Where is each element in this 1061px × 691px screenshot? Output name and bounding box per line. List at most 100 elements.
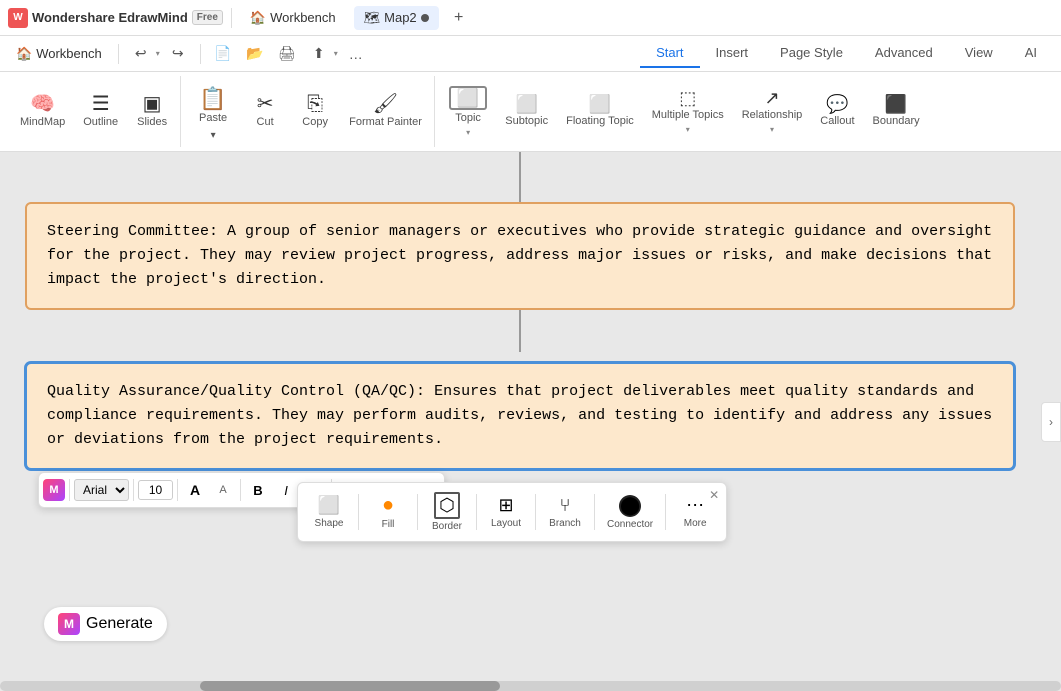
tab-start[interactable]: Start — [640, 39, 699, 68]
decrease-font-button[interactable]: A — [210, 477, 236, 503]
slides-icon: ▣ — [143, 94, 162, 114]
paste-button[interactable]: 📋 Paste — [187, 82, 239, 130]
tab-view[interactable]: View — [949, 39, 1009, 68]
tab-divider — [231, 8, 232, 28]
multiple-topics-icon: ⬚ — [679, 89, 696, 107]
st-divider-3 — [476, 494, 477, 530]
outline-label: Outline — [83, 116, 118, 129]
ai-generate-button[interactable]: M Generate — [44, 607, 167, 641]
branch-button[interactable]: ⑂ Branch — [542, 487, 588, 537]
scrollbar-thumb[interactable] — [200, 681, 500, 691]
mindmap-label: MindMap — [20, 116, 65, 129]
workbench-menu-label: Workbench — [36, 46, 102, 61]
topic-box-2[interactable]: Quality Assurance/Quality Control (QA/QC… — [25, 362, 1015, 470]
format-painter-icon: 🖌 — [373, 94, 398, 114]
multiple-topics-button[interactable]: ⬚ Multiple Topics ▾ — [644, 78, 732, 146]
callout-button[interactable]: 💬 Callout — [812, 78, 862, 146]
topic-icon: ⬜ — [449, 86, 487, 110]
cut-button[interactable]: ✂ Cut — [241, 78, 289, 146]
undo-arrow[interactable]: ▾ — [156, 49, 160, 58]
app-name: Wondershare EdrawMind — [32, 10, 188, 25]
expand-panel-button[interactable]: › — [1041, 402, 1061, 442]
export-group: ⬆ ▾ — [305, 40, 338, 68]
shape-label: Shape — [315, 518, 344, 529]
more-button[interactable]: … — [342, 40, 370, 68]
topics-group: ⬜ Topic ▾ ⬜ Subtopic ⬜ Floating Topic ⬚ … — [437, 76, 932, 147]
app-logo: W Wondershare EdrawMind Free — [8, 8, 223, 28]
layout-icon: ⊞ — [498, 495, 513, 516]
connector-button[interactable]: ⬤ Connector — [601, 487, 659, 537]
callout-label: Callout — [820, 115, 854, 128]
border-label: Border — [432, 521, 462, 532]
menu-separator-1 — [118, 44, 119, 64]
tab-ai[interactable]: AI — [1009, 39, 1053, 68]
copy-button[interactable]: ⎘ Copy — [291, 78, 339, 146]
canvas-area: Steering Committee: A group of senior ma… — [0, 152, 1061, 691]
topic-button[interactable]: ⬜ Topic ▾ — [441, 78, 495, 146]
tab-insert[interactable]: Insert — [700, 39, 765, 68]
more-label: More — [684, 518, 707, 529]
relationship-button[interactable]: ↗ Relationship ▾ — [734, 78, 811, 146]
more-icon: ⋯ — [686, 495, 704, 516]
bold-button[interactable]: B — [245, 477, 271, 503]
tab-advanced[interactable]: Advanced — [859, 39, 949, 68]
topic-box-1[interactable]: Steering Committee: A group of senior ma… — [25, 202, 1015, 310]
callout-icon: 💬 — [826, 95, 848, 113]
print-button[interactable]: 🖨 — [273, 40, 301, 68]
shape-button[interactable]: ⬜ Shape — [306, 487, 352, 537]
relationship-arrow: ▾ — [770, 125, 774, 134]
floating-topic-icon: ⬜ — [589, 95, 611, 113]
tab-workbench[interactable]: 🏠 Workbench — [240, 6, 346, 30]
undo-button[interactable]: ↩ — [127, 40, 155, 68]
italic-button[interactable]: I — [273, 477, 299, 503]
tab-page-style[interactable]: Page Style — [764, 39, 859, 68]
add-tab-button[interactable]: + — [447, 6, 471, 30]
workbench-label: Workbench — [270, 10, 336, 25]
generate-label: Generate — [86, 615, 153, 633]
font-family-select[interactable]: Arial — [74, 479, 129, 501]
title-bar: W Wondershare EdrawMind Free 🏠 Workbench… — [0, 0, 1061, 36]
st-divider-1 — [358, 494, 359, 530]
clipboard-group: 📋 Paste ▾ ✂ Cut ⎘ Copy 🖌 Format Painter — [183, 76, 435, 147]
branch-icon: ⑂ — [560, 495, 571, 516]
nav-tabs: Start Insert Page Style Advanced View AI — [640, 39, 1053, 68]
multiple-topics-label: Multiple Topics — [652, 109, 724, 122]
menu-separator-2 — [200, 44, 201, 64]
logo-icon: W — [8, 8, 28, 28]
layout-button[interactable]: ⊞ Layout — [483, 487, 529, 537]
paste-arrow[interactable]: ▾ — [203, 130, 224, 141]
font-size-input[interactable] — [138, 480, 173, 500]
new-button[interactable]: 📄 — [209, 40, 237, 68]
ai-logo-small: M — [43, 479, 65, 501]
floating-topic-button[interactable]: ⬜ Floating Topic — [558, 78, 642, 146]
mindmap-button[interactable]: 🧠 MindMap — [12, 78, 73, 146]
format-painter-button[interactable]: 🖌 Format Painter — [341, 78, 430, 146]
fill-button[interactable]: ● Fill — [365, 487, 411, 537]
relationship-label: Relationship — [742, 109, 803, 122]
export-arrow[interactable]: ▾ — [334, 49, 338, 58]
shape-toolbar-close[interactable]: ✕ — [704, 485, 724, 505]
shape-icon: ⬜ — [318, 495, 340, 516]
canvas-inner[interactable]: Steering Committee: A group of senior ma… — [0, 152, 1061, 691]
workbench-button[interactable]: 🏠 Workbench — [8, 42, 110, 66]
subtopic-button[interactable]: ⬜ Subtopic — [497, 78, 556, 146]
more-group: … — [342, 40, 370, 68]
copy-icon: ⎘ — [307, 94, 323, 114]
border-button[interactable]: ⬡ Border — [424, 487, 470, 537]
border-icon: ⬡ — [434, 492, 460, 519]
boundary-button[interactable]: ⬛ Boundary — [865, 78, 928, 146]
slides-button[interactable]: ▣ Slides — [128, 78, 176, 146]
outline-button[interactable]: ☰ Outline — [75, 78, 126, 146]
export-button[interactable]: ⬆ — [305, 40, 333, 68]
mindmap-icon: 🧠 — [30, 94, 55, 114]
relationship-icon: ↗ — [764, 89, 779, 107]
redo-button[interactable]: ↪ — [164, 40, 192, 68]
ft-divider-2 — [177, 479, 178, 501]
shape-toolbar: ⬜ Shape ● Fill ⬡ Border ⊞ Layout ⑂ Branc… — [297, 482, 727, 542]
tab-map2[interactable]: 🗺 Map2 — [354, 6, 439, 30]
map2-icon: 🗺 — [364, 10, 381, 26]
horizontal-scrollbar[interactable] — [0, 681, 1061, 691]
open-button[interactable]: 📂 — [241, 40, 269, 68]
increase-font-button[interactable]: A — [182, 477, 208, 503]
ft-divider-0 — [69, 479, 70, 501]
